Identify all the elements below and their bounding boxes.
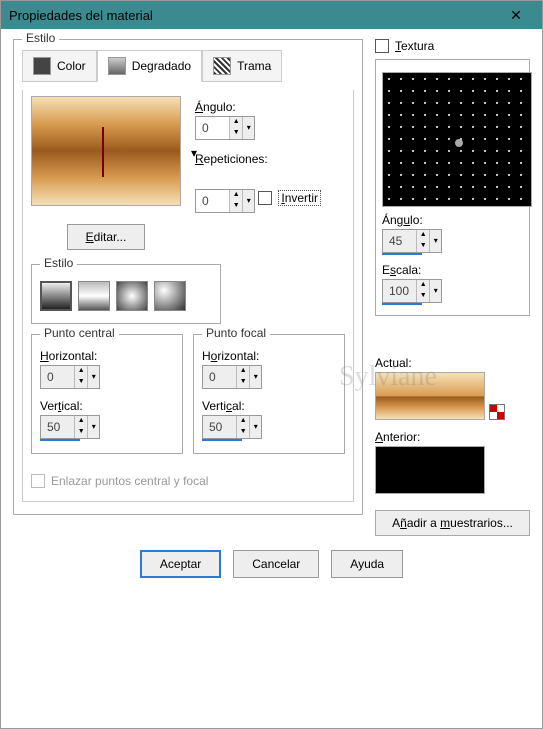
estilo-inner-fieldset: Estilo [31,264,221,324]
tabs: Color Degradado Trama [22,50,354,82]
chevron-down-icon[interactable]: ▾ [242,117,254,139]
pf-vertical-label: Vertical: [202,399,336,413]
ayuda-button[interactable]: Ayuda [331,550,403,578]
anterior-swatch[interactable] [375,446,485,494]
checkbox-icon [31,474,45,488]
pc-vertical-spinner: 50 ▲▼ ▾ [40,415,100,439]
repeticiones-spinner[interactable]: 0 ▲▼ ▾ [195,189,255,213]
angulo-spinner[interactable]: 0 ▲▼ ▾ [195,116,255,140]
pc-horizontal-label: Horizontal: [40,349,174,363]
invertir-label: Invertir [278,190,321,206]
punto-central-legend: Punto central [40,326,119,340]
tex-escala-spinner: 100 ▲▼ ▾ [382,279,442,303]
checkbox-icon[interactable] [258,191,272,205]
gradient-preview[interactable] [31,96,181,206]
enlazar-checkbox: Enlazar puntos central y focal [31,474,208,488]
checkbox-icon[interactable] [375,39,389,53]
punto-focal-legend: Punto focal [202,326,270,340]
estilo-fieldset: Estilo Color Degradado Trama [13,39,363,515]
window-title: Propiedades del material [9,8,498,23]
swatch-gradient-icon [108,57,126,75]
estilo-swatch-reflected[interactable] [78,281,110,311]
swatch-pattern-icon [213,57,231,75]
tab-color[interactable]: Color [22,50,97,82]
tab-trama-label: Trama [237,59,271,73]
pf-vertical-spinner: 50 ▲▼ ▾ [202,415,262,439]
anterior-label: Anterior: [375,430,530,444]
estilo-legend: Estilo [22,31,59,45]
tab-degradado-label: Degradado [132,59,191,73]
pf-horizontal-label: Horizontal: [202,349,336,363]
arrow-up-icon[interactable]: ▲ [230,117,242,128]
pc-horizontal-value: 0 [41,366,74,388]
estilo-swatch-linear[interactable] [40,281,72,311]
textura-checkbox[interactable]: Textura [375,39,530,53]
swatch-color-icon [33,57,51,75]
tex-angulo-value: 45 [383,230,416,252]
angulo-label: Ángulo: [195,100,321,114]
pc-horizontal-spinner: 0 ▲▼ ▾ [40,365,100,389]
enlazar-label: Enlazar puntos central y focal [51,474,208,488]
pf-horizontal-spinner: 0 ▲▼ ▾ [202,365,262,389]
tab-color-label: Color [57,59,86,73]
pc-vertical-value: 50 [41,416,74,438]
estilo-swatch-spotlight[interactable] [154,281,186,311]
repeticiones-value[interactable]: 0 [196,190,229,212]
chevron-down-icon[interactable]: ▾ [191,146,197,160]
arrow-down-icon[interactable]: ▼ [230,201,242,212]
punto-central-fieldset: Punto central Horizontal: 0 ▲▼ ▾ Vertica… [31,334,183,454]
aceptar-button[interactable]: Aceptar [140,550,221,578]
textura-label: Textura [395,39,434,53]
editar-button[interactable]: EEditar...ditar... [67,224,146,250]
estilo-inner-legend: Estilo [40,256,77,270]
actual-swatch[interactable] [375,372,485,420]
tab-degradado[interactable]: Degradado [97,50,202,82]
cancelar-button[interactable]: Cancelar [233,550,319,578]
title-bar: Propiedades del material ✕ [1,1,542,29]
tab-trama[interactable]: Trama [202,50,282,82]
transparency-icon[interactable] [489,404,505,420]
pc-vertical-label: Vertical: [40,399,174,413]
arrow-down-icon[interactable]: ▼ [230,128,242,139]
texture-preview[interactable] [382,72,532,207]
repeticiones-label: Repeticiones: [195,152,321,166]
degradado-panel: ▾ EEditar...ditar... Ángulo: 0 ▲▼ ▾ [22,90,354,502]
invertir-checkbox[interactable]: Invertir [258,190,321,206]
tex-escala-value: 100 [383,280,416,302]
pf-horizontal-value: 0 [203,366,236,388]
textura-panel: Ángulo: 45 ▲▼ ▾ Escala: 100 ▲▼ ▾ [375,59,530,316]
angulo-value[interactable]: 0 [196,117,229,139]
anadir-muestrarios-button[interactable]: Añadir a muestrarios... [375,510,530,536]
tex-angulo-spinner: 45 ▲▼ ▾ [382,229,442,253]
tex-angulo-label: Ángulo: [382,213,523,227]
chevron-down-icon[interactable]: ▾ [242,190,254,212]
estilo-swatch-radial[interactable] [116,281,148,311]
close-icon[interactable]: ✕ [498,7,534,24]
actual-label: Actual: [375,356,530,370]
arrow-up-icon[interactable]: ▲ [230,190,242,201]
footer: Aceptar Cancelar Ayuda [13,550,530,578]
tex-escala-label: Escala: [382,263,523,277]
punto-focal-fieldset: Punto focal Horizontal: 0 ▲▼ ▾ Vertical:… [193,334,345,454]
pf-vertical-value: 50 [203,416,236,438]
